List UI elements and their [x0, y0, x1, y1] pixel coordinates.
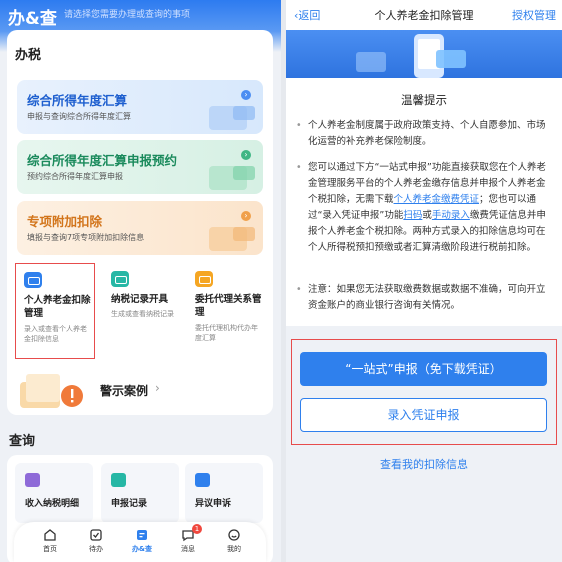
tile-desc: 录入或查看个人养老金扣除信息: [24, 325, 87, 343]
checklist-icon: [90, 529, 102, 541]
scan-code-link[interactable]: 扫码: [403, 210, 422, 221]
illustration-icon: [233, 166, 255, 180]
notice-paragraph: 个人养老金制度属于政府政策支持、个人自愿参加、市场化运营的补充养老保险制度。: [296, 118, 552, 150]
document-icon: [111, 271, 129, 287]
chevron-right-icon: ›: [155, 381, 160, 395]
back-label: 返回: [298, 9, 321, 22]
tab-label: 消息: [181, 545, 195, 553]
illustration-icon: [233, 227, 255, 241]
authorization-manage-button[interactable]: 授权管理: [512, 7, 556, 23]
tax-section-card: 办税 综合所得年度汇算 申报与查询综合所得年度汇算 › 综合所得年度汇算申报预约…: [7, 30, 273, 415]
banner-settlement-appointment[interactable]: 综合所得年度汇算申报预约 预约综合所得年度汇算申报 ›: [17, 140, 263, 194]
tile-title: 个人养老金扣除管理: [24, 295, 91, 319]
bill-icon: [356, 52, 386, 72]
warning-cases-label: 警示案例: [100, 384, 149, 398]
screenshot-root: 办&查 请选择您需要办理或查询的事项 办税 综合所得年度汇算 申报与查询综合所得…: [0, 0, 562, 562]
banner-annual-settlement[interactable]: 综合所得年度汇算 申报与查询综合所得年度汇算 ›: [17, 80, 263, 134]
tile-desc: 生成或查看纳税记录: [111, 310, 174, 318]
view-deduction-info-link[interactable]: 查看我的扣除信息: [286, 456, 562, 472]
tab-mine[interactable]: 我的: [214, 528, 254, 560]
card-icon: [436, 50, 466, 68]
query-income-detail[interactable]: 收入纳税明细: [15, 463, 93, 523]
tax-section-title: 办税: [15, 48, 42, 63]
banner-title: 综合所得年度汇算: [27, 93, 128, 108]
manual-entry-link[interactable]: 手动录入: [432, 210, 470, 221]
app-logo: 办&查: [8, 9, 57, 29]
right-panel: 个人养老金扣除管理 ‹返回 授权管理 温馨提示 个人养老金制度属于政府政策支持、…: [286, 0, 562, 562]
tab-messages[interactable]: 1 消息: [168, 524, 208, 560]
handshake-icon: [195, 271, 213, 287]
hero-banner: [286, 30, 562, 78]
tab-home[interactable]: 首页: [30, 528, 70, 560]
query-section-title: 查询: [9, 434, 36, 449]
banner-special-deduction[interactable]: 专项附加扣除 填报与查询7项专项附加扣除信息 ›: [17, 201, 263, 255]
banner-subtitle: 填报与查询7项专项附加扣除信息: [27, 233, 145, 242]
tile-tax-record[interactable]: 纳税记录开具 生成或查看纳税记录: [103, 263, 183, 359]
tab-label: 首页: [43, 545, 57, 553]
record-icon: [111, 473, 126, 487]
notice-paragraph: 您可以通过下方“一站式申报”功能直接获取您在个人养老金管理服务平台的个人养老金缴…: [296, 160, 552, 256]
banner-subtitle: 预约综合所得年度汇算申报: [27, 172, 123, 181]
warning-illustration-icon: [20, 374, 83, 408]
tile-pension-deduction[interactable]: 个人养老金扣除管理 录入或查看个人养老金扣除信息: [15, 263, 95, 359]
illustration-icon: [233, 106, 255, 120]
query-label: 申报记录: [111, 499, 148, 509]
handle-query-icon: [137, 530, 147, 540]
profile-icon: [228, 529, 240, 541]
banner-title: 专项附加扣除: [27, 214, 103, 229]
chevron-right-icon: ›: [241, 150, 251, 160]
home-icon: [44, 529, 56, 541]
bottom-tab-bar: 首页 待办 办&查 1 消息 我的: [14, 522, 266, 562]
banner-subtitle: 申报与查询综合所得年度汇算: [27, 112, 131, 121]
notice-paragraph: 注意：如果您无法获取缴费数据或数据不准确，可向开立资金账户的商业银行咨询有关情况…: [296, 282, 552, 314]
appeal-icon: [195, 473, 210, 487]
tile-title: 委托代理关系管理: [195, 294, 262, 318]
one-stop-declare-button[interactable]: “一站式”申报（免下载凭证）: [300, 352, 547, 386]
pension-voucher-link[interactable]: 个人养老金缴费凭证: [394, 194, 480, 205]
tab-handle-query[interactable]: 办&查: [122, 528, 162, 560]
search-hint[interactable]: 请选择您需要办理或查询的事项: [64, 7, 190, 20]
tile-title: 纳税记录开具: [111, 294, 169, 305]
banner-title: 综合所得年度汇算申报预约: [27, 153, 178, 168]
left-panel: 办&查 请选择您需要办理或查询的事项 办税 综合所得年度汇算 申报与查询综合所得…: [0, 0, 281, 562]
notice-text: 或: [422, 210, 432, 221]
message-badge: 1: [192, 524, 202, 534]
query-label: 收入纳税明细: [25, 499, 80, 509]
warning-cases-row[interactable]: 警示案例 ›: [12, 368, 268, 412]
tile-desc: 委托代理机构代办年度汇算: [195, 324, 258, 342]
back-button[interactable]: ‹返回: [294, 7, 320, 23]
notice-title: 温馨提示: [401, 93, 447, 107]
voucher-declare-button[interactable]: 录入凭证申报: [300, 398, 547, 432]
tab-todo[interactable]: 待办: [76, 528, 116, 560]
chevron-right-icon: ›: [241, 90, 251, 100]
income-icon: [25, 473, 40, 487]
tab-label: 待办: [89, 545, 103, 553]
action-button-area: “一站式”申报（免下载凭证） 录入凭证申报: [291, 339, 557, 445]
tab-label: 办&查: [131, 545, 153, 553]
tab-label: 我的: [227, 545, 241, 553]
query-label: 异议申诉: [195, 499, 232, 509]
card-icon: [24, 272, 42, 288]
query-declaration-record[interactable]: 申报记录: [101, 463, 179, 523]
tile-agency-management[interactable]: 委托代理关系管理 委托代理机构代办年度汇算: [187, 263, 267, 359]
chevron-right-icon: ›: [241, 211, 251, 221]
query-appeal[interactable]: 异议申诉: [185, 463, 263, 523]
notice-card: 温馨提示 个人养老金制度属于政府政策支持、个人自愿参加、市场化运营的补充养老保险…: [286, 78, 562, 326]
nav-bar: 个人养老金扣除管理 ‹返回 授权管理: [286, 0, 562, 30]
